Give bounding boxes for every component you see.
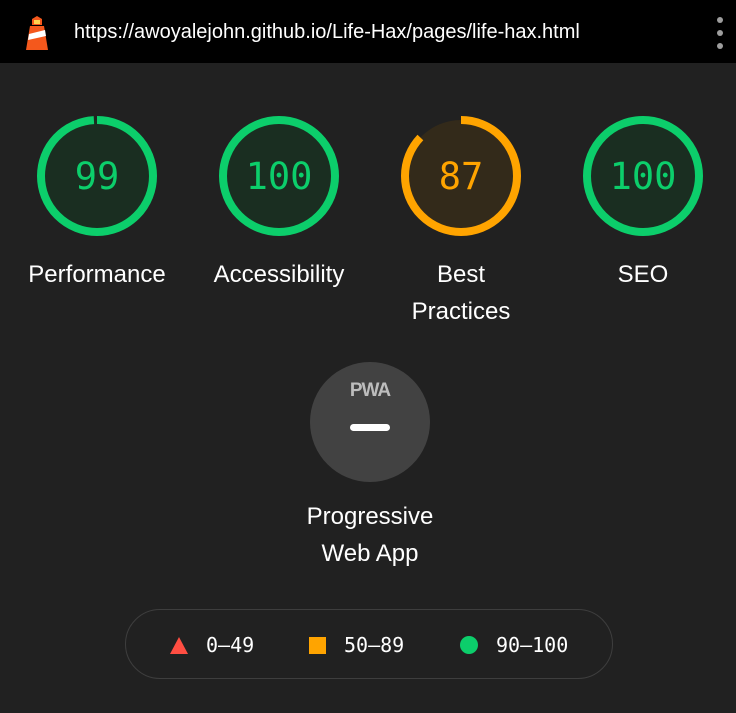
pwa-label-line1: Progressive [306, 503, 434, 530]
square-icon [309, 636, 326, 654]
score-legend: 0–49 50–89 90–100 [125, 609, 613, 679]
gauge-best-practices[interactable]: 87 Best Practices [399, 114, 523, 325]
legend-item-average: 50–89 [309, 632, 404, 658]
dash-icon [350, 424, 390, 431]
top-bar: https://awoyalejohn.github.io/Life-Hax/p… [0, 0, 736, 63]
triangle-icon [170, 636, 188, 654]
pwa-badge[interactable]: PWA [310, 362, 430, 482]
gauge-label: Accessibility [213, 261, 345, 288]
gauge-label: SEO [617, 261, 669, 288]
lighthouse-icon [26, 16, 48, 50]
menu-dot [717, 30, 723, 36]
gauge-performance[interactable]: 99 Performance [28, 114, 166, 288]
gauge-accessibility[interactable]: 100 Accessibility [214, 114, 344, 288]
gauge-label-line1: Best [436, 261, 486, 288]
legend-item-pass: 90–100 [460, 632, 568, 658]
gauge-seo[interactable]: 100 SEO [581, 114, 705, 288]
gauge-score: 100 [609, 154, 677, 198]
legend-range: 90–100 [496, 633, 569, 657]
legend-range: 50–89 [344, 633, 405, 657]
gauge-label-line2: Practices [411, 298, 511, 325]
gauge-label: Best Practices [359, 256, 563, 330]
gauge-label: Performance [28, 261, 166, 288]
menu-dot [717, 43, 723, 49]
legend-range: 0–49 [206, 633, 255, 657]
pwa-badge-icon: PWA [310, 362, 430, 482]
menu-dot [717, 17, 723, 23]
page-url[interactable]: https://awoyalejohn.github.io/Life-Hax/p… [74, 20, 580, 44]
more-vertical-icon[interactable] [712, 16, 728, 50]
pwa-label: Progressive Web App [250, 498, 490, 572]
pwa-badge-text: PWA [349, 380, 391, 401]
legend-item-fail: 0–49 [170, 632, 254, 658]
circle-icon [460, 636, 478, 654]
gauge-score: 99 [74, 154, 120, 198]
gauge-score: 100 [245, 154, 313, 198]
gauge-score: 87 [438, 154, 484, 198]
pwa-label-line2: Web App [321, 540, 419, 567]
